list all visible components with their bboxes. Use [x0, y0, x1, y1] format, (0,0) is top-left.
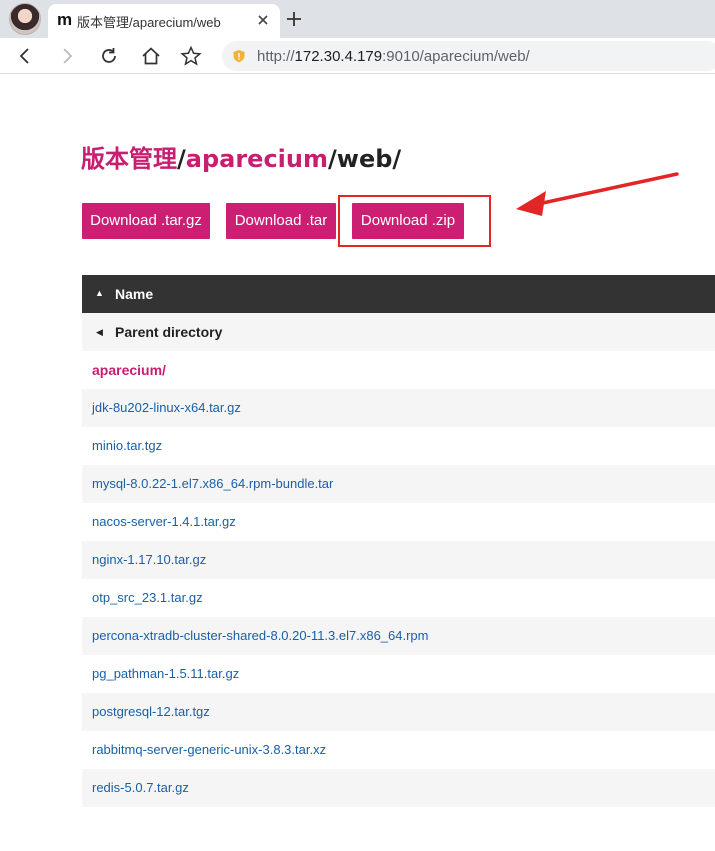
reload-icon[interactable]	[98, 45, 120, 67]
parent-directory-row[interactable]: ◀ Parent directory	[82, 313, 715, 351]
directory-listing-table: ▲ Name ◀ Parent directory aparecium/ jdk…	[82, 275, 715, 807]
forward-icon[interactable]	[56, 45, 78, 67]
file-row[interactable]: redis-5.0.7.tar.gz	[82, 769, 715, 807]
file-row[interactable]: pg_pathman-1.5.11.tar.gz	[82, 655, 715, 693]
file-row[interactable]: otp_src_23.1.tar.gz	[82, 579, 715, 617]
file-link[interactable]: rabbitmq-server-generic-unix-3.8.3.tar.x…	[92, 742, 326, 757]
file-row[interactable]: mysql-8.0.22-1.el7.x86_64.rpm-bundle.tar	[82, 465, 715, 503]
annotation-highlight-box	[338, 195, 491, 247]
page-title: 版本管理/aparecium/web/	[81, 139, 401, 174]
file-row[interactable]: rabbitmq-server-generic-unix-3.8.3.tar.x…	[82, 731, 715, 769]
file-row[interactable]: percona-xtradb-cluster-shared-8.0.20-11.…	[82, 617, 715, 655]
parent-arrow-icon: ◀	[96, 327, 103, 337]
url-host: 172.30.4.179	[294, 48, 383, 65]
home-icon[interactable]	[140, 45, 162, 67]
file-row[interactable]: minio.tar.tgz	[82, 427, 715, 465]
file-link[interactable]: postgresql-12.tar.tgz	[92, 704, 210, 719]
file-link[interactable]: pg_pathman-1.5.11.tar.gz	[92, 666, 239, 681]
file-link[interactable]: nacos-server-1.4.1.tar.gz	[92, 514, 236, 529]
file-link[interactable]: minio.tar.tgz	[92, 438, 162, 453]
directory-row[interactable]: aparecium/	[82, 351, 715, 389]
url-scheme: http://	[257, 48, 295, 65]
file-row[interactable]: postgresql-12.tar.tgz	[82, 693, 715, 731]
file-row[interactable]: nginx-1.17.10.tar.gz	[82, 541, 715, 579]
table-header[interactable]: ▲ Name	[82, 275, 715, 313]
file-row[interactable]: jdk-8u202-linux-x64.tar.gz	[82, 389, 715, 427]
tab-title: 版本管理/aparecium/web	[77, 15, 221, 30]
not-secure-warning-icon[interactable]	[232, 49, 246, 63]
bookmark-star-icon[interactable]	[180, 45, 202, 67]
file-link[interactable]: nginx-1.17.10.tar.gz	[92, 552, 206, 567]
breadcrumb-current: /web/	[328, 145, 402, 173]
browser-toolbar: http://172.30.4.179:9010/aparecium/web/	[0, 38, 715, 74]
parent-directory-link[interactable]: Parent directory	[115, 324, 222, 340]
site-favicon-icon: m	[57, 10, 72, 29]
url-text: http://172.30.4.179:9010/aparecium/web/	[257, 48, 530, 65]
profile-avatar[interactable]	[9, 3, 41, 35]
annotation-arrow-icon	[516, 172, 679, 216]
file-link[interactable]: otp_src_23.1.tar.gz	[92, 590, 203, 605]
directory-link[interactable]: aparecium/	[92, 362, 166, 378]
url-path: :9010/aparecium/web/	[382, 48, 530, 65]
address-bar[interactable]: http://172.30.4.179:9010/aparecium/web/	[222, 41, 715, 71]
breadcrumb-aparecium-link[interactable]: aparecium	[186, 145, 328, 173]
download-tar-button[interactable]: Download .tar	[226, 203, 336, 239]
file-link[interactable]: percona-xtradb-cluster-shared-8.0.20-11.…	[92, 628, 429, 643]
new-tab-icon[interactable]	[284, 9, 304, 29]
file-link[interactable]: jdk-8u202-linux-x64.tar.gz	[92, 400, 241, 415]
breadcrumb-root-link[interactable]: 版本管理	[81, 145, 177, 173]
file-row[interactable]: nacos-server-1.4.1.tar.gz	[82, 503, 715, 541]
file-link[interactable]: redis-5.0.7.tar.gz	[92, 780, 189, 795]
breadcrumb-separator: /	[177, 145, 186, 173]
close-tab-icon[interactable]	[254, 11, 272, 29]
file-link[interactable]: mysql-8.0.22-1.el7.x86_64.rpm-bundle.tar	[92, 476, 333, 491]
download-targz-button[interactable]: Download .tar.gz	[82, 203, 210, 239]
browser-tab[interactable]: m 版本管理/aparecium/web	[48, 4, 280, 38]
column-name-header: Name	[115, 286, 154, 302]
browser-tab-strip: m 版本管理/aparecium/web	[0, 0, 715, 38]
sort-ascending-icon: ▲	[95, 288, 104, 298]
back-icon[interactable]	[14, 45, 36, 67]
